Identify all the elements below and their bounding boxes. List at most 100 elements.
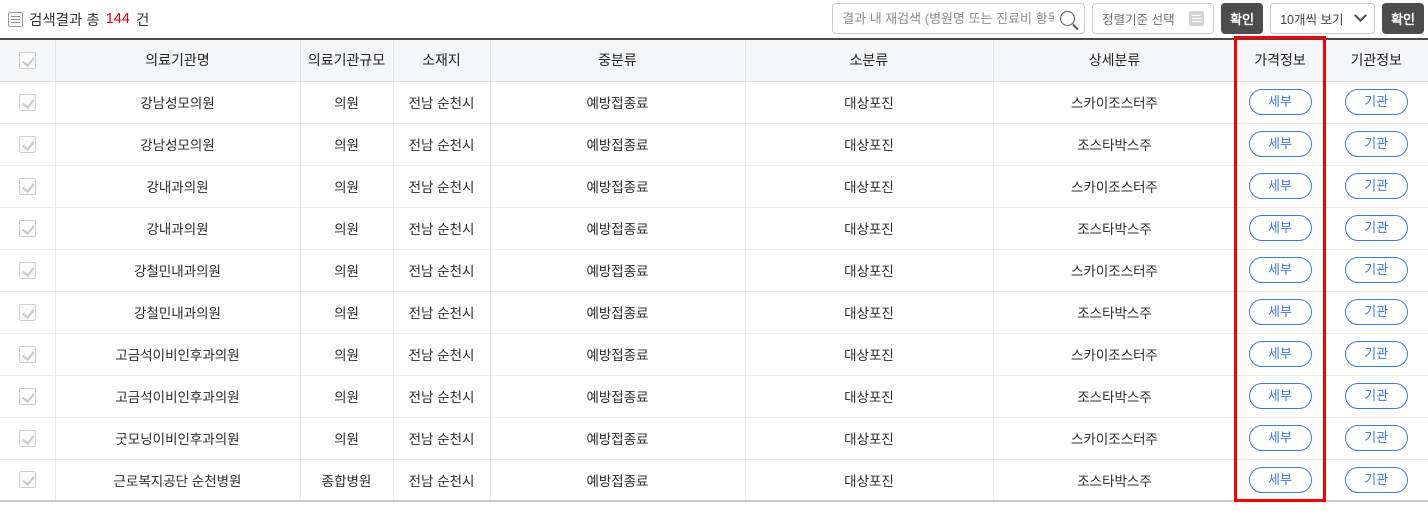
column-header-size: 의료기관규모 xyxy=(300,38,394,82)
cell-institution-name: 고금석이비인후과의원 xyxy=(55,375,301,418)
cell-institution-name: 굿모닝이비인후과의원 xyxy=(55,417,301,460)
cell-institution-size: 의원 xyxy=(300,333,394,376)
cell-org-info: 기관 xyxy=(1324,165,1428,208)
row-checkbox[interactable] xyxy=(18,261,36,279)
row-checkbox[interactable] xyxy=(18,303,36,321)
search-input-wrapper[interactable] xyxy=(832,3,1086,34)
price-detail-button[interactable]: 세부 xyxy=(1248,215,1312,241)
org-info-button[interactable]: 기관 xyxy=(1344,341,1408,367)
row-checkbox[interactable] xyxy=(18,429,36,447)
column-header-org: 기관정보 xyxy=(1324,38,1428,82)
result-summary-suffix: 건 xyxy=(135,12,150,29)
cell-detail-category: 스카이조스터주 xyxy=(993,417,1237,460)
column-header-region: 소재지 xyxy=(393,38,491,82)
cell-institution-name: 강남성모의원 xyxy=(55,123,301,166)
result-summary: 검색결과 총 144 건 xyxy=(8,9,149,30)
row-checkbox[interactable] xyxy=(18,387,36,405)
price-detail-button[interactable]: 세부 xyxy=(1248,131,1312,157)
price-detail-button[interactable]: 세부 xyxy=(1248,466,1312,493)
cell-price-info: 세부 xyxy=(1236,459,1325,502)
cell-sub-category: 대상포진 xyxy=(745,333,994,376)
cell-price-info: 세부 xyxy=(1236,165,1325,208)
cell-detail-category: 스카이조스터주 xyxy=(993,165,1237,208)
price-detail-button[interactable]: 세부 xyxy=(1248,383,1312,409)
table-row: 강남성모의원 의원 전남 순천시 예방접종료 대상포진 스카이조스터주 세부 기관 xyxy=(0,81,1428,124)
perpage-confirm-button[interactable]: 확인 xyxy=(1382,3,1424,34)
cell-region: 전남 순천시 xyxy=(393,459,491,502)
org-info-button[interactable]: 기관 xyxy=(1344,215,1408,241)
cell-region: 전남 순천시 xyxy=(393,81,491,124)
cell-detail-category: 스카이조스터주 xyxy=(993,333,1237,376)
org-info-button[interactable]: 기관 xyxy=(1344,466,1408,493)
table-row: 강내과의원 의원 전남 순천시 예방접종료 대상포진 스카이조스터주 세부 기관 xyxy=(0,165,1428,208)
cell-org-info: 기관 xyxy=(1324,417,1428,460)
chevron-down-icon[interactable] xyxy=(1354,9,1367,23)
org-info-button[interactable]: 기관 xyxy=(1344,299,1408,325)
price-detail-button[interactable]: 세부 xyxy=(1248,341,1312,367)
search-icon[interactable] xyxy=(1060,11,1076,26)
result-summary-prefix: 검색결과 총 xyxy=(29,12,100,29)
org-info-button[interactable]: 기관 xyxy=(1344,425,1408,451)
cell-price-info: 세부 xyxy=(1236,207,1325,250)
price-detail-button[interactable]: 세부 xyxy=(1248,89,1312,115)
cell-sub-category: 대상포진 xyxy=(745,291,994,334)
cell-institution-name: 강철민내과의원 xyxy=(55,291,301,334)
org-info-button[interactable]: 기관 xyxy=(1344,383,1408,409)
sort-select[interactable]: 정렬기준 선택 xyxy=(1092,3,1215,34)
row-checkbox[interactable] xyxy=(18,93,36,111)
sort-confirm-button[interactable]: 확인 xyxy=(1221,3,1264,34)
cell-institution-size: 의원 xyxy=(300,249,394,292)
cell-institution-name: 강철민내과의원 xyxy=(55,249,301,292)
org-info-button[interactable]: 기관 xyxy=(1344,173,1408,199)
cell-mid-category: 예방접종료 xyxy=(490,459,746,502)
cell-mid-category: 예방접종료 xyxy=(490,207,746,250)
perpage-select[interactable]: 10개씩 보기 xyxy=(1270,3,1376,34)
search-input[interactable] xyxy=(842,11,1055,26)
row-select-cell xyxy=(0,123,56,166)
list-icon xyxy=(8,11,23,27)
select-all-checkbox[interactable] xyxy=(18,52,36,70)
cell-institution-size: 의원 xyxy=(300,81,394,124)
row-checkbox[interactable] xyxy=(18,219,36,237)
cell-sub-category: 대상포진 xyxy=(745,375,994,418)
row-checkbox[interactable] xyxy=(18,135,36,153)
table-row: 강내과의원 의원 전남 순천시 예방접종료 대상포진 조스타박스주 세부 기관 xyxy=(0,207,1428,250)
column-header-mid: 중분류 xyxy=(490,38,746,82)
cell-sub-category: 대상포진 xyxy=(745,81,994,124)
cell-institution-size: 의원 xyxy=(300,207,394,250)
row-select-cell xyxy=(0,333,56,376)
row-select-cell xyxy=(0,417,56,460)
cell-detail-category: 조스타박스주 xyxy=(993,459,1237,502)
cell-institution-name: 강내과의원 xyxy=(55,165,301,208)
table-row: 고금석이비인후과의원 의원 전남 순천시 예방접종료 대상포진 조스타박스주 세부 기관 xyxy=(0,375,1428,418)
cell-mid-category: 예방접종료 xyxy=(490,81,746,124)
org-info-button[interactable]: 기관 xyxy=(1344,257,1408,283)
row-checkbox[interactable] xyxy=(18,471,36,489)
price-detail-button[interactable]: 세부 xyxy=(1248,299,1312,325)
row-checkbox[interactable] xyxy=(18,177,36,195)
cell-detail-category: 조스타박스주 xyxy=(993,375,1237,418)
column-header-detail: 상세분류 xyxy=(993,38,1237,82)
cell-sub-category: 대상포진 xyxy=(745,459,994,502)
cell-sub-category: 대상포진 xyxy=(745,207,994,250)
cell-org-info: 기관 xyxy=(1324,459,1428,502)
row-select-cell xyxy=(0,459,56,502)
cell-price-info: 세부 xyxy=(1236,291,1325,334)
org-info-button[interactable]: 기관 xyxy=(1344,89,1408,115)
cell-mid-category: 예방접종료 xyxy=(490,333,746,376)
table-row: 굿모닝이비인후과의원 의원 전남 순천시 예방접종료 대상포진 스카이조스터주 세부 기관 xyxy=(0,417,1428,460)
row-checkbox[interactable] xyxy=(18,345,36,363)
results-table-body: 강남성모의원 의원 전남 순천시 예방접종료 대상포진 스카이조스터주 세부 기관 강남성모의원… xyxy=(0,81,1428,502)
cell-price-info: 세부 xyxy=(1236,123,1325,166)
row-select-cell xyxy=(0,81,56,124)
org-info-button[interactable]: 기관 xyxy=(1344,131,1408,157)
cell-sub-category: 대상포진 xyxy=(745,165,994,208)
row-select-cell xyxy=(0,375,56,418)
price-detail-button[interactable]: 세부 xyxy=(1248,173,1312,199)
cell-mid-category: 예방접종료 xyxy=(490,165,746,208)
price-detail-button[interactable]: 세부 xyxy=(1248,425,1312,451)
price-detail-button[interactable]: 세부 xyxy=(1248,257,1312,283)
cell-org-info: 기관 xyxy=(1324,333,1428,376)
column-header-name: 의료기관명 xyxy=(55,38,301,82)
cell-mid-category: 예방접종료 xyxy=(490,375,746,418)
